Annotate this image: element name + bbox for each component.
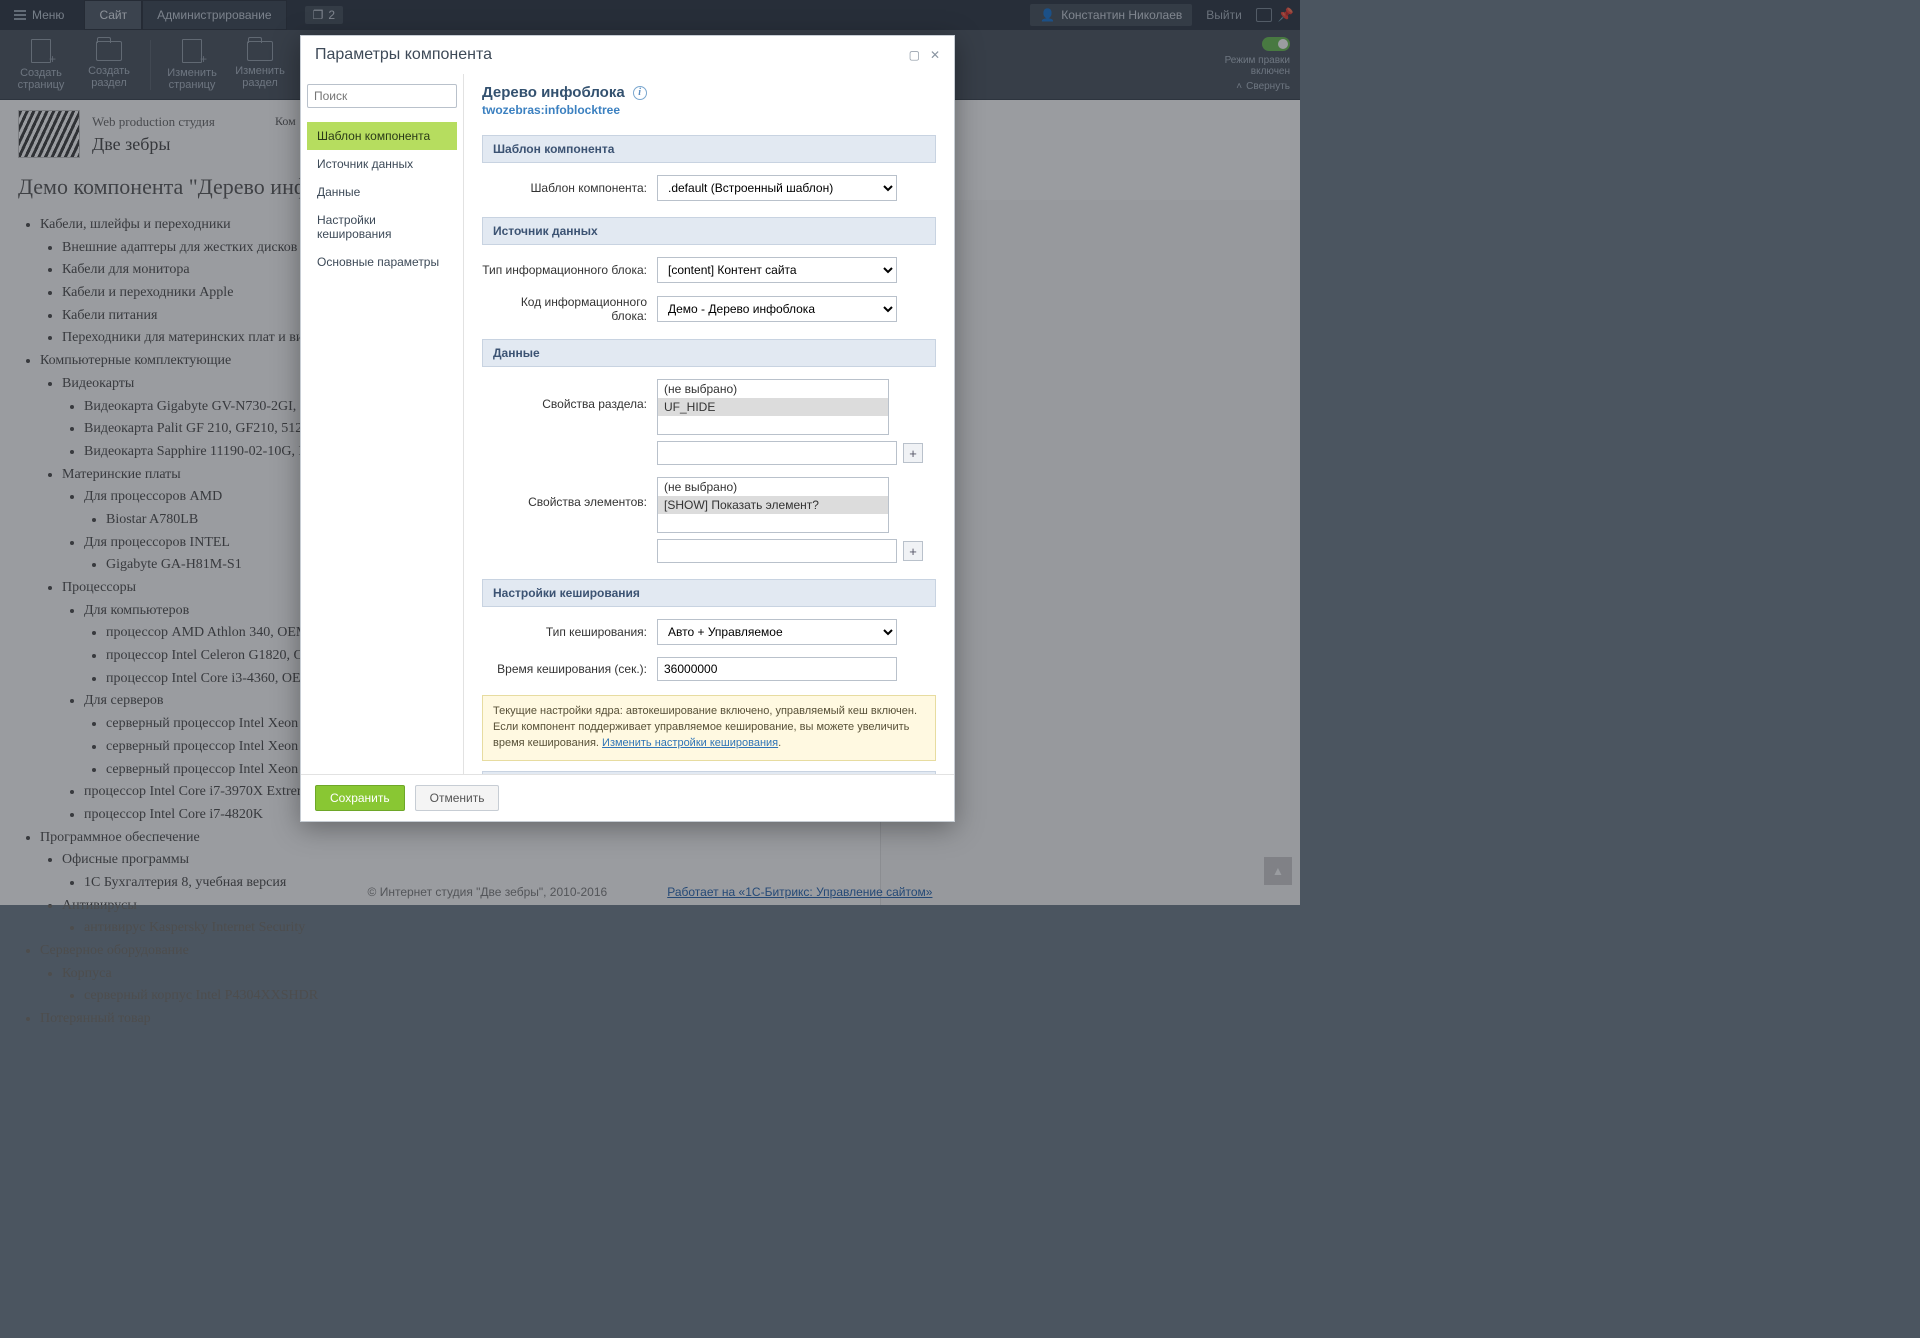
element-props-listbox[interactable]: (не выбрано)[SHOW] Показать элемент? — [657, 477, 889, 533]
component-title: Дерево инфоблока — [482, 84, 625, 101]
label-template: Шаблон компонента: — [482, 181, 647, 195]
tree-node[interactable]: антивирус Kaspersky Internet Security — [84, 917, 1282, 939]
sidebar-item[interactable]: Шаблон компонента — [307, 122, 457, 150]
listbox-option[interactable]: UF_HIDE — [658, 398, 888, 416]
component-settings-modal: Параметры компонента ▢ ✕ Шаблон компонен… — [300, 35, 955, 822]
cache-notice-link[interactable]: Изменить настройки кеширования — [602, 737, 778, 749]
sidebar-search-input[interactable] — [307, 84, 457, 108]
tree-node[interactable]: Корпусасерверный корпус Intel P4304XXSHD… — [62, 963, 1282, 1007]
save-button[interactable]: Сохранить — [315, 785, 405, 811]
sidebar-item[interactable]: Источник данных — [307, 150, 457, 178]
element-props-input[interactable] — [657, 539, 897, 563]
section-props-add-button[interactable]: + — [903, 443, 923, 463]
info-icon[interactable]: i — [633, 86, 647, 100]
group-template: Шаблон компонента — [482, 135, 936, 163]
component-code: twozebras:infoblocktree — [482, 103, 928, 117]
cache-notice: Текущие настройки ядра: автокеширование … — [482, 695, 936, 761]
group-cache: Настройки кеширования — [482, 579, 936, 607]
label-ibcode: Код информационного блока: — [482, 295, 647, 323]
label-cache-type: Тип кеширования: — [482, 625, 647, 639]
select-cache-type[interactable]: Авто + Управляемое — [657, 619, 897, 645]
element-props-add-button[interactable]: + — [903, 541, 923, 561]
label-section-props: Свойства раздела: — [482, 379, 647, 411]
group-source: Источник данных — [482, 217, 936, 245]
label-cache-time: Время кеширования (сек.): — [482, 662, 647, 676]
sidebar-item[interactable]: Настройки кеширования — [307, 206, 457, 248]
group-data: Данные — [482, 339, 936, 367]
label-ibtype: Тип информационного блока: — [482, 263, 647, 277]
select-ibtype[interactable]: [content] Контент сайта — [657, 257, 897, 283]
section-props-input[interactable] — [657, 441, 897, 465]
select-template[interactable]: .default (Встроенный шаблон) — [657, 175, 897, 201]
tree-node[interactable]: серверный корпус Intel P4304XXSHDR — [84, 985, 1282, 1007]
maximize-icon[interactable]: ▢ — [909, 48, 920, 62]
cancel-button[interactable]: Отменить — [415, 785, 500, 811]
tree-node[interactable]: Потерянный товар — [40, 1008, 1282, 1030]
listbox-option[interactable]: (не выбрано) — [658, 478, 888, 496]
tree-node[interactable]: Серверное оборудованиеКорпусасерверный к… — [40, 940, 1282, 1007]
select-ibcode[interactable]: Демо - Дерево инфоблока — [657, 296, 897, 322]
modal-header: Дерево инфоблока i twozebras:infoblocktr… — [464, 74, 954, 125]
input-cache-time[interactable] — [657, 657, 897, 681]
listbox-option[interactable]: [SHOW] Показать элемент? — [658, 496, 888, 514]
sidebar-item[interactable]: Данные — [307, 178, 457, 206]
modal-footer: Сохранить Отменить — [301, 774, 954, 821]
sidebar-item[interactable]: Основные параметры — [307, 248, 457, 276]
close-icon[interactable]: ✕ — [930, 48, 940, 62]
settings-form: Шаблон компонента Шаблон компонента: .de… — [464, 125, 954, 774]
modal-titlebar: Параметры компонента ▢ ✕ — [301, 36, 954, 74]
section-props-listbox[interactable]: (не выбрано)UF_HIDE — [657, 379, 889, 435]
modal-sidebar: Шаблон компонентаИсточник данныхДанныеНа… — [301, 74, 464, 774]
modal-title: Параметры компонента — [315, 46, 492, 64]
listbox-option[interactable]: (не выбрано) — [658, 380, 888, 398]
label-elem-props: Свойства элементов: — [482, 477, 647, 509]
